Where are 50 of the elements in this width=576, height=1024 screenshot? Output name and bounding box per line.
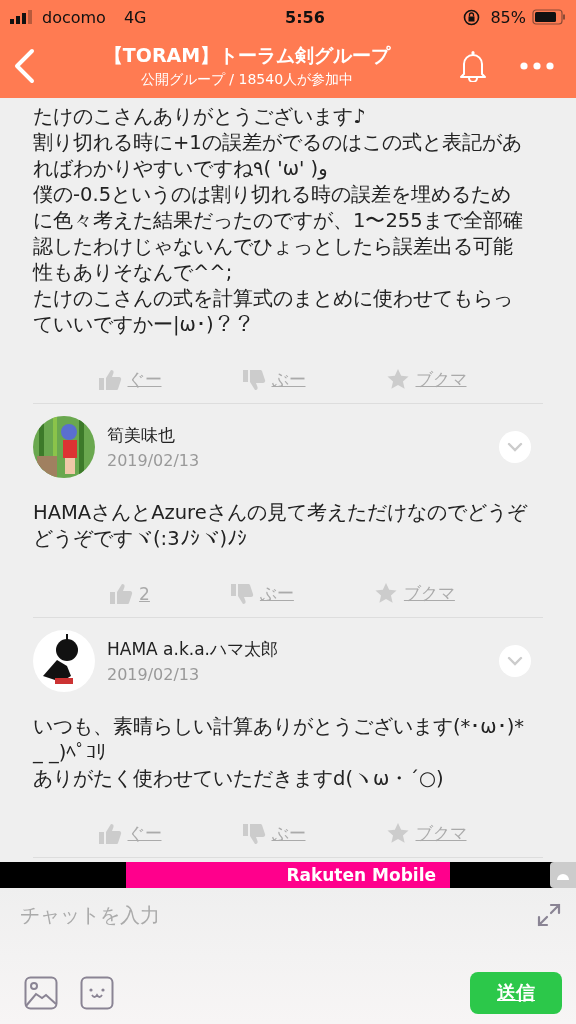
chat-input-field[interactable]: チャットを入力 [20, 903, 536, 927]
good-link[interactable]: 2 [109, 582, 150, 605]
star-icon [385, 368, 410, 391]
bad-link[interactable]: ぶー [229, 582, 294, 605]
good-link[interactable]: ぐー [97, 368, 162, 391]
chevron-down-icon[interactable] [499, 645, 531, 677]
star-icon [373, 582, 398, 605]
ad-brand-text: Rakuten Mobile [286, 865, 436, 885]
bookmark-link[interactable]: ブクマ [385, 822, 467, 845]
bookmark-link[interactable]: ブクマ [373, 582, 455, 605]
ad-info-icon[interactable] [550, 862, 576, 888]
author-name: HAMA a.k.a.ハマ太郎 [107, 638, 279, 661]
ad-banner[interactable]: Rakuten Mobile [0, 862, 576, 888]
expand-icon[interactable] [536, 902, 562, 928]
bookmark-link[interactable]: ブクマ [385, 368, 467, 391]
image-icon[interactable] [24, 976, 58, 1010]
post-date: 2019/02/13 [107, 665, 201, 684]
message-text: HAMAさんとAzureさんの見て考えただけなのでどうぞどうぞですヾ(:3ﾉｼヾ)ﾉｼ [33, 500, 529, 552]
battery-percent-text: 85% [490, 7, 526, 27]
bell-icon[interactable] [458, 50, 488, 82]
message-text: たけのこさんの式を計算式のまとめに使わせてもらっていいですかー|ω･)？？ [33, 286, 514, 338]
post-date: 2019/02/13 [107, 451, 201, 470]
good-link[interactable]: ぐー [97, 822, 162, 845]
message-text: 割り切れる時に+1の誤差がでるのはこの式と表記があればわかりやすいですね٩( 'ω' )و [33, 130, 523, 182]
emoji-icon[interactable] [80, 976, 114, 1010]
star-icon [385, 822, 410, 845]
message-text: たけのこさんありがとうございます♪ [33, 104, 367, 130]
bad-link[interactable]: ぶー [241, 822, 306, 845]
more-icon[interactable] [520, 62, 554, 70]
message-text: ありがたく使わせていただきますd(ヽω・´○) [33, 766, 445, 792]
group-subtitle: 公開グループ / 18540人が参加中 [140, 71, 354, 89]
thumbs-down-icon [241, 368, 266, 391]
chevron-down-icon[interactable] [499, 431, 531, 463]
thumbs-up-icon [109, 582, 134, 605]
bad-link[interactable]: ぶー [241, 368, 306, 391]
back-button[interactable] [12, 48, 36, 84]
clock-text: 5:56 [285, 7, 325, 27]
battery-icon [532, 9, 566, 25]
thumbs-up-icon [97, 822, 122, 845]
rotation-lock-icon [463, 8, 481, 26]
group-title: 【TORAM】トーラム剣グループ [103, 43, 391, 68]
send-button[interactable]: 送信 [470, 972, 562, 1014]
author-name: 筍美味也 [107, 424, 176, 447]
message-text: 僕の-0.5というのは割り切れる時の誤差を埋めるために色々考えた結果だったのですが、1〜255まで全部確認したわけじゃないんでひょっとしたら誤差出る可能性もありそなんで^^; [33, 182, 524, 286]
thumbs-down-icon [241, 822, 266, 845]
network-text: 4G [123, 7, 147, 27]
thumbs-down-icon [229, 582, 254, 605]
carrier-text: docomo [42, 7, 106, 27]
message-text: いつも、素晴らしい計算ありがとうございます(*･ω･)*_ _)ﾍﾟｺﾘ [33, 714, 526, 766]
thumbs-up-icon [97, 368, 122, 391]
